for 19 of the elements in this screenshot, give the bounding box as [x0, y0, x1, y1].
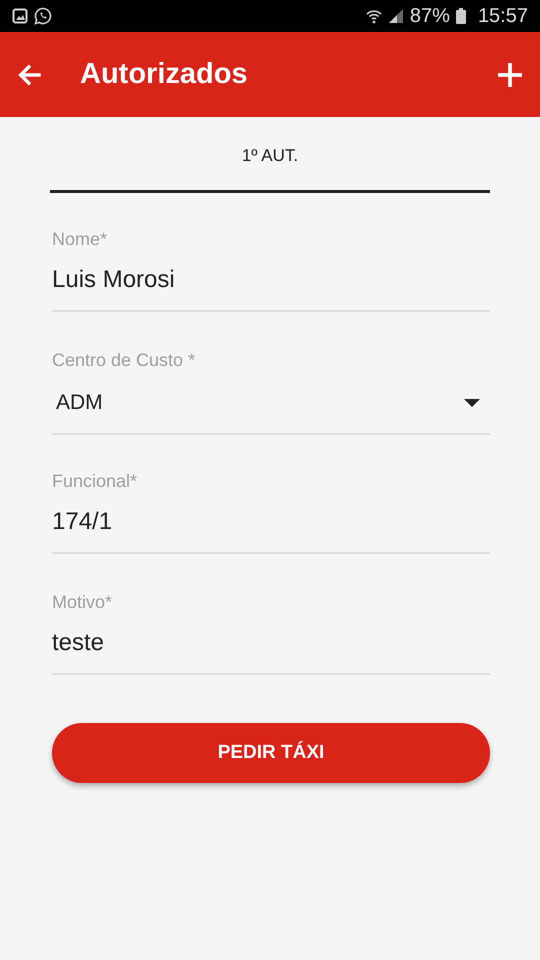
- field-label: Nome*: [52, 229, 108, 250]
- input-field[interactable]: 174/1: [52, 508, 490, 554]
- chat-bubble-icon: [34, 7, 52, 25]
- battery-level: 87%: [410, 4, 450, 28]
- caret-icon: [464, 399, 480, 407]
- input-field[interactable]: teste: [52, 629, 490, 675]
- input-field[interactable]: Luis Morosi: [52, 266, 490, 312]
- clock: 15:57: [478, 4, 528, 28]
- image-icon: [12, 8, 28, 24]
- dropdown[interactable]: ADM: [52, 387, 490, 435]
- wifi-icon: [366, 8, 382, 24]
- signal-icon: [388, 8, 404, 24]
- tab[interactable]: 1º AUT.: [50, 141, 490, 193]
- field-label: Motivo*: [52, 592, 114, 613]
- field-label: Centro de Custo *: [52, 350, 196, 371]
- screen-title: Autorizados: [80, 58, 249, 91]
- submit-button[interactable]: PEDIR TÁXI: [52, 723, 490, 783]
- battery-icon: [456, 8, 466, 24]
- field-label: Funcional*: [52, 471, 138, 492]
